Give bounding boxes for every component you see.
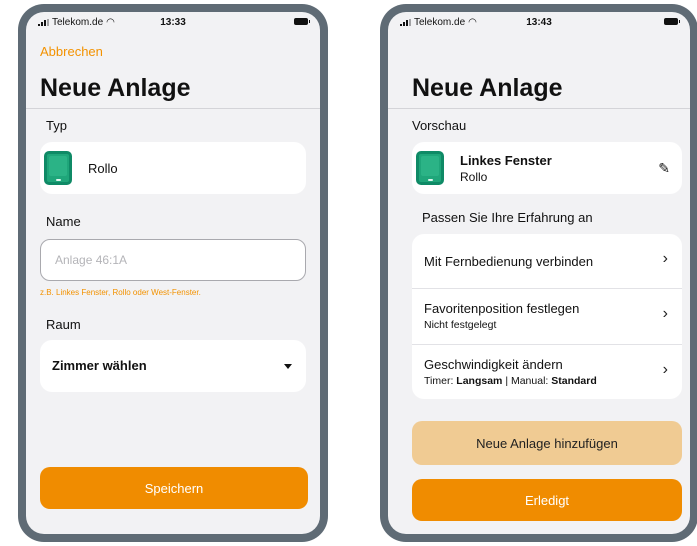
name-input[interactable]	[53, 252, 305, 268]
type-value: Rollo	[88, 161, 118, 176]
right-phone: Telekom.de ◠ 13:43 Neue Anlage Vorschau …	[380, 4, 697, 542]
customize-label: Passen Sie Ihre Erfahrung an	[422, 210, 593, 225]
timer-label: Timer:	[424, 375, 454, 387]
room-label: Raum	[46, 317, 81, 332]
chevron-right-icon: ›	[662, 305, 668, 322]
title-divider	[388, 108, 690, 109]
options-card: Mit Fernbedienung verbinden › Favoritenp…	[412, 234, 682, 399]
chevron-right-icon: ›	[662, 361, 668, 378]
option-row-remote[interactable]: Mit Fernbedienung verbinden ›	[412, 234, 682, 286]
cancel-button[interactable]: Abbrechen	[40, 44, 103, 59]
save-button[interactable]: Speichern	[40, 467, 308, 509]
option-row-speed[interactable]: Geschwindigkeit ändern Timer: Langsam | …	[412, 345, 682, 399]
option-title: Favoritenposition festlegen	[424, 301, 580, 316]
right-screen: Telekom.de ◠ 13:43 Neue Anlage Vorschau …	[388, 12, 690, 534]
type-card[interactable]: Rollo	[40, 142, 306, 194]
option-row-favorite[interactable]: Favoritenposition festlegen Nicht festge…	[412, 289, 682, 344]
dropdown-caret-icon	[284, 364, 292, 369]
manual-label: Manual:	[510, 375, 549, 387]
name-input-box[interactable]	[40, 239, 306, 281]
name-hint: z.B. Linkes Fenster, Rollo oder West-Fen…	[40, 288, 201, 297]
room-select-value: Zimmer wählen	[52, 358, 147, 373]
manual-value: Standard	[551, 375, 597, 387]
preview-type: Rollo	[460, 170, 488, 184]
chevron-right-icon: ›	[662, 250, 668, 267]
left-screen: Telekom.de ◠ 13:33 Abbrechen Neue Anlage…	[26, 12, 320, 534]
battery-icon	[664, 18, 680, 25]
status-bar: Telekom.de ◠ 13:43	[388, 12, 690, 32]
done-button[interactable]: Erledigt	[412, 479, 682, 521]
left-phone: Telekom.de ◠ 13:33 Abbrechen Neue Anlage…	[18, 4, 328, 542]
preview-card: Linkes Fenster Rollo ✎	[412, 142, 682, 194]
status-time: 13:43	[526, 17, 552, 28]
pencil-icon[interactable]: ✎	[658, 160, 670, 177]
name-label: Name	[46, 214, 81, 229]
option-title: Geschwindigkeit ändern	[424, 357, 563, 372]
option-subtitle: Timer: Langsam | Manual: Standard	[424, 375, 597, 387]
preview-name: Linkes Fenster	[460, 153, 552, 168]
page-title: Neue Anlage	[412, 74, 563, 102]
status-bar: Telekom.de ◠ 13:33	[26, 12, 320, 32]
device-icon	[44, 151, 72, 185]
room-select[interactable]: Zimmer wählen	[40, 340, 306, 392]
title-divider	[26, 108, 320, 109]
timer-value: Langsam	[456, 375, 503, 387]
speed-separator: |	[505, 375, 509, 387]
device-icon	[416, 151, 444, 185]
preview-label: Vorschau	[412, 118, 467, 133]
option-subtitle: Nicht festgelegt	[424, 319, 497, 331]
add-device-button[interactable]: Neue Anlage hinzufügen	[412, 421, 682, 465]
type-label: Typ	[46, 118, 67, 133]
status-time: 13:33	[160, 17, 186, 28]
option-title: Mit Fernbedienung verbinden	[424, 254, 594, 269]
page-title: Neue Anlage	[40, 74, 191, 102]
battery-icon	[294, 18, 310, 25]
